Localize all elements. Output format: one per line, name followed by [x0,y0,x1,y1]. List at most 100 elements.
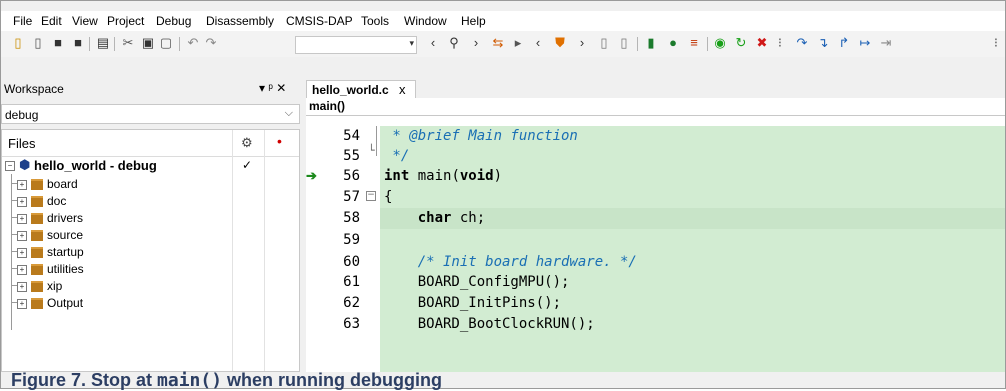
folder-icon [31,281,43,293]
next-statement-icon[interactable]: ↦ [858,36,872,50]
tree-project-row[interactable]: − ⬢ hello_world - debug ✓ [2,157,299,174]
line-number: 55 [343,148,360,164]
files-header-label: Files [8,136,36,151]
save-icon[interactable]: ■ [51,36,65,50]
toggle-bookmark-icon[interactable]: ⇆ [491,36,505,50]
menu-project[interactable]: Project [107,14,144,28]
project-expander[interactable]: − [5,158,19,172]
copy-icon[interactable]: ▣ [141,36,155,50]
tree-item-label: source [47,228,84,242]
tree-item-label: startup [47,245,84,259]
compile-icon[interactable]: ▯ [597,36,611,50]
debug-without-download-icon[interactable]: ● [666,36,680,50]
workspace-panel-controls[interactable]: ▾ ᵖ ✕ [259,81,286,95]
workspace-titlebar: Workspace ▾ ᵖ ✕ [1,80,301,98]
configuration-select[interactable]: debug ⌵ [1,104,300,124]
tree-item-board[interactable]: + board [2,175,299,192]
stop-debug-icon[interactable]: ✖ [755,36,769,50]
redo-icon[interactable]: ↷ [204,36,218,50]
line-number: 60 [343,254,360,270]
nav-back-icon[interactable]: ‹ [426,36,440,50]
paste-icon[interactable]: ▢ [159,36,173,50]
line-number: 56 [343,168,360,184]
breakpoint-shield-icon[interactable]: ⛊ [553,36,567,50]
save-all-icon[interactable]: ■ [71,36,85,50]
ide-window: File Edit View Project Debug Disassembly… [0,0,1006,391]
menu-tools[interactable]: Tools [361,14,389,28]
reset-icon[interactable]: ↻ [734,36,748,50]
folder-icon [31,179,43,191]
code-line: BOARD_ConfigMPU(); [384,274,570,290]
function-navigator[interactable]: main() [306,98,1005,116]
menu-view[interactable]: View [72,14,98,28]
print-icon[interactable]: ▤ [96,36,110,50]
editor-tab-hello-world[interactable]: hello_world.c x [306,80,416,99]
code-line: char ch; [417,210,486,226]
gear-icon[interactable]: ⚙ [241,135,253,151]
pc-arrow-icon: ➔ [306,168,317,183]
menu-file[interactable]: File [13,14,32,28]
nav-forward-icon[interactable]: › [469,36,483,50]
project-name: hello_world - debug [34,158,157,173]
step-out-icon[interactable]: ↱ [837,36,851,50]
files-tree: Files ⚙ • − ⬢ hello_world - debug ✓ + boa… [1,129,300,372]
next-bookmark-icon[interactable]: › [575,36,589,50]
find-icon[interactable]: ⚲ [447,36,461,50]
tree-item-label: xip [47,279,63,293]
open-file-icon[interactable]: ▯ [31,36,45,50]
make-icon[interactable]: ▯ [617,36,631,50]
toolbar-overflow-icon[interactable]: ⁝ [989,36,1003,50]
project-icon: ⬢ [19,157,31,172]
caption-suffix: when running debugging [222,370,443,390]
menu-debug[interactable]: Debug [156,14,191,28]
menu-help[interactable]: Help [461,14,486,28]
code-editor[interactable]: ➔ └ − 54 * @brief Main function 55 */ 56… [306,116,1005,372]
menu-window[interactable]: Window [404,14,447,28]
run-to-cursor-icon[interactable]: ⇥ [879,36,893,50]
line-number: 61 [343,274,360,290]
code-line: */ [384,148,410,164]
line-number: 62 [343,295,360,311]
toolbar: ▯ ▯ ■ ■ ▤ ✂ ▣ ▢ ↶ ↷ ▾ ‹ ⚲ › ⇆ ▸ ‹ ⛊ › ▯ … [1,31,1005,57]
tree-item-output[interactable]: + Output [2,294,299,311]
step-into-icon[interactable]: ↴ [816,36,830,50]
goto-line-icon[interactable]: ▸ [511,36,525,50]
prev-bookmark-icon[interactable]: ‹ [531,36,545,50]
code-highlight-area [380,126,1005,372]
go-icon[interactable]: ◉ [713,36,727,50]
tree-item-drivers[interactable]: + drivers [2,209,299,226]
code-line: int main(void) [384,168,503,184]
code-line: BOARD_InitPins(); [384,295,562,311]
new-file-icon[interactable]: ▯ [11,36,25,50]
step-over-icon[interactable]: ↷ [795,36,809,50]
fold-end-icon: └ [368,144,375,157]
tree-item-doc[interactable]: + doc [2,192,299,209]
menu-cmsis-dap[interactable]: CMSIS-DAP [286,14,353,28]
tree-item-xip[interactable]: + xip [2,277,299,294]
caption-prefix: Figure 7. Stop at [11,370,158,390]
code-line: * @brief Main function [384,128,578,144]
tree-item-source[interactable]: + source [2,226,299,243]
configuration-value: debug [5,108,39,122]
undo-icon[interactable]: ↶ [186,36,200,50]
close-icon[interactable]: x [399,82,406,97]
line-number: 57 [343,189,360,205]
cut-icon[interactable]: ✂ [121,36,135,50]
tree-item-label: doc [47,194,67,208]
menu-disassembly[interactable]: Disassembly [206,14,274,28]
fold-toggle-icon[interactable]: − [366,191,376,201]
toolbar-search-combo[interactable]: ▾ [295,36,417,54]
toolbar-more-icon[interactable]: ⁝ [773,36,787,50]
code-line: { [384,189,393,205]
tree-item-startup[interactable]: + startup [2,243,299,260]
editor-tab-label: hello_world.c [312,83,389,97]
figure-caption: Figure 7. Stop at main() when running de… [11,370,1005,391]
download-debug-icon[interactable]: ▮ [644,36,658,50]
breakpoint-dot-icon[interactable]: • [277,133,282,149]
tree-item-utilities[interactable]: + utilities [2,260,299,277]
toggle-breakpoint-icon[interactable]: ≡ [687,36,701,50]
files-header: Files ⚙ • [2,130,299,157]
current-function: main() [309,99,345,113]
caption-code: main() [157,370,223,391]
menu-edit[interactable]: Edit [41,14,62,28]
